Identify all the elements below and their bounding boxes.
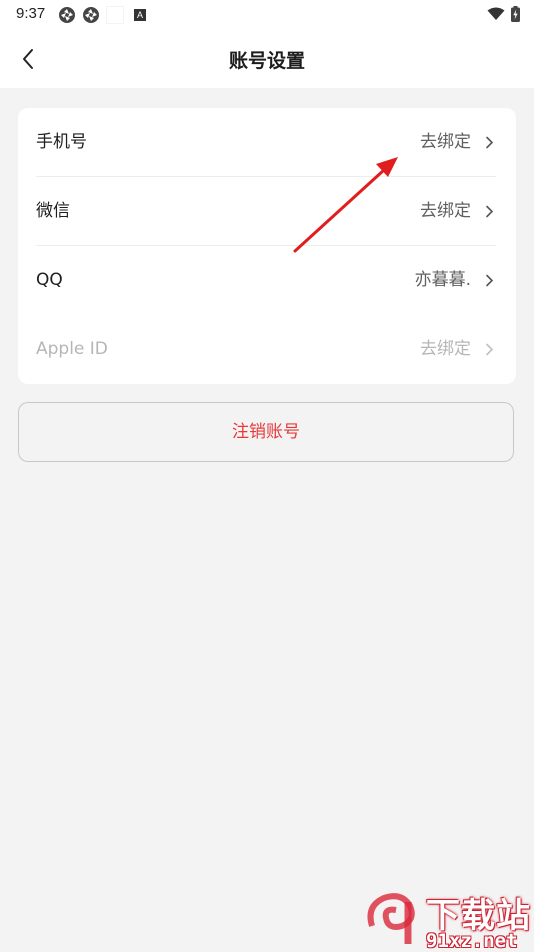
chevron-right-icon bbox=[486, 343, 494, 356]
row-label: QQ bbox=[36, 270, 63, 290]
chevron-right-icon bbox=[486, 136, 494, 149]
page-title: 账号设置 bbox=[228, 50, 305, 72]
site-watermark: 下载站 91xz.net bbox=[364, 886, 534, 952]
qq-binding-row[interactable]: QQ 亦暮暮. bbox=[18, 246, 516, 315]
chevron-right-icon bbox=[486, 205, 494, 218]
app-header: 账号设置 bbox=[0, 30, 534, 88]
chevron-right-icon bbox=[486, 274, 494, 287]
wifi-icon bbox=[487, 7, 505, 20]
wechat-binding-row[interactable]: 微信 去绑定 bbox=[18, 177, 516, 246]
app-notification-icon bbox=[59, 7, 75, 23]
a-badge-icon: A bbox=[134, 9, 146, 21]
cancel-account-button[interactable]: 注销账号 bbox=[18, 402, 514, 462]
battery-charging-icon bbox=[511, 6, 520, 22]
row-label: 手机号 bbox=[36, 132, 87, 152]
row-label: Apple ID bbox=[36, 339, 108, 359]
watermark-logo-icon bbox=[367, 893, 415, 944]
status-time: 9:37 bbox=[16, 5, 46, 22]
phone-binding-row[interactable]: 手机号 去绑定 bbox=[18, 108, 516, 177]
apple-id-binding-row[interactable]: Apple ID 去绑定 bbox=[18, 315, 516, 384]
row-value: 去绑定 bbox=[420, 201, 471, 221]
account-binding-list: 手机号 去绑定 微信 去绑定 QQ 亦暮暮. Apple ID 去绑定 bbox=[18, 108, 516, 384]
row-value: 去绑定 bbox=[420, 339, 471, 359]
notification-icons: A bbox=[58, 6, 146, 24]
row-value: 亦暮暮. bbox=[414, 270, 471, 290]
app-notification-icon bbox=[83, 7, 99, 23]
status-bar: 9:37 A bbox=[0, 0, 534, 30]
row-label: 微信 bbox=[36, 201, 70, 221]
row-value: 去绑定 bbox=[420, 132, 471, 152]
system-status-icons bbox=[487, 6, 520, 22]
blank-notification-icon bbox=[106, 6, 124, 24]
watermark-url: 91xz.net bbox=[426, 930, 518, 952]
